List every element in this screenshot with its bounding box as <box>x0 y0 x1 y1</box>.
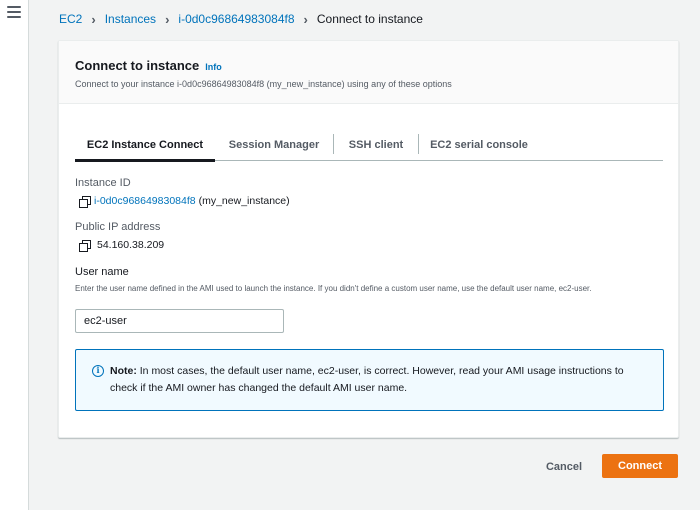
user-name-input[interactable] <box>75 309 284 333</box>
tab-ec2-instance-connect[interactable]: EC2 Instance Connect <box>75 128 215 162</box>
public-ip-label: Public IP address <box>75 221 161 233</box>
instance-id-label: Instance ID <box>75 177 131 189</box>
breadcrumb-instances[interactable]: Instances <box>105 12 156 26</box>
tab-ec2-serial-console[interactable]: EC2 serial console <box>419 128 539 161</box>
hamburger-menu-icon[interactable] <box>7 6 21 18</box>
breadcrumb-instance-id[interactable]: i-0d0c96864983084f8 <box>178 12 294 26</box>
user-name-helper-text: Enter the user name defined in the AMI u… <box>75 284 592 293</box>
user-name-label: User name <box>75 266 129 278</box>
connect-panel: Connect to instance Info Connect to your… <box>58 40 679 438</box>
tab-ssh-client[interactable]: SSH client <box>334 128 418 161</box>
panel-description: Connect to your instance i-0d0c968649830… <box>75 79 452 89</box>
alert-text: In most cases, the default user name, ec… <box>110 365 624 394</box>
copy-icon[interactable] <box>79 195 91 208</box>
page-title: Connect to instance <box>75 58 200 73</box>
breadcrumb-current: Connect to instance <box>316 12 423 26</box>
chevron-right-icon: › <box>165 11 170 27</box>
panel-header: Connect to instance Info Connect to your… <box>59 41 678 104</box>
info-icon: i <box>92 365 104 377</box>
instance-name: (my_new_instance) <box>198 195 290 207</box>
left-navigation-rail <box>0 0 29 510</box>
public-ip-text: 54.160.38.209 <box>97 239 165 251</box>
info-link[interactable]: Info <box>205 62 222 72</box>
tab-session-manager[interactable]: Session Manager <box>215 128 333 161</box>
public-ip-value: 54.160.38.209 <box>79 239 165 252</box>
chevron-right-icon: › <box>303 11 308 27</box>
instance-id-value: i-0d0c96864983084f8 (my_new_instance) <box>79 195 290 208</box>
note-alert: i Note: In most cases, the default user … <box>75 349 664 411</box>
connection-tabs: EC2 Instance Connect Session Manager SSH… <box>75 128 663 162</box>
copy-icon[interactable] <box>79 239 91 252</box>
chevron-right-icon: › <box>91 11 96 27</box>
instance-id-link[interactable]: i-0d0c96864983084f8 <box>94 195 196 207</box>
connect-button[interactable]: Connect <box>602 454 678 478</box>
breadcrumb: EC2 › Instances › i-0d0c96864983084f8 › … <box>59 11 423 27</box>
cancel-button[interactable]: Cancel <box>538 456 590 478</box>
alert-note-label: Note: <box>110 365 137 377</box>
breadcrumb-ec2[interactable]: EC2 <box>59 12 82 26</box>
